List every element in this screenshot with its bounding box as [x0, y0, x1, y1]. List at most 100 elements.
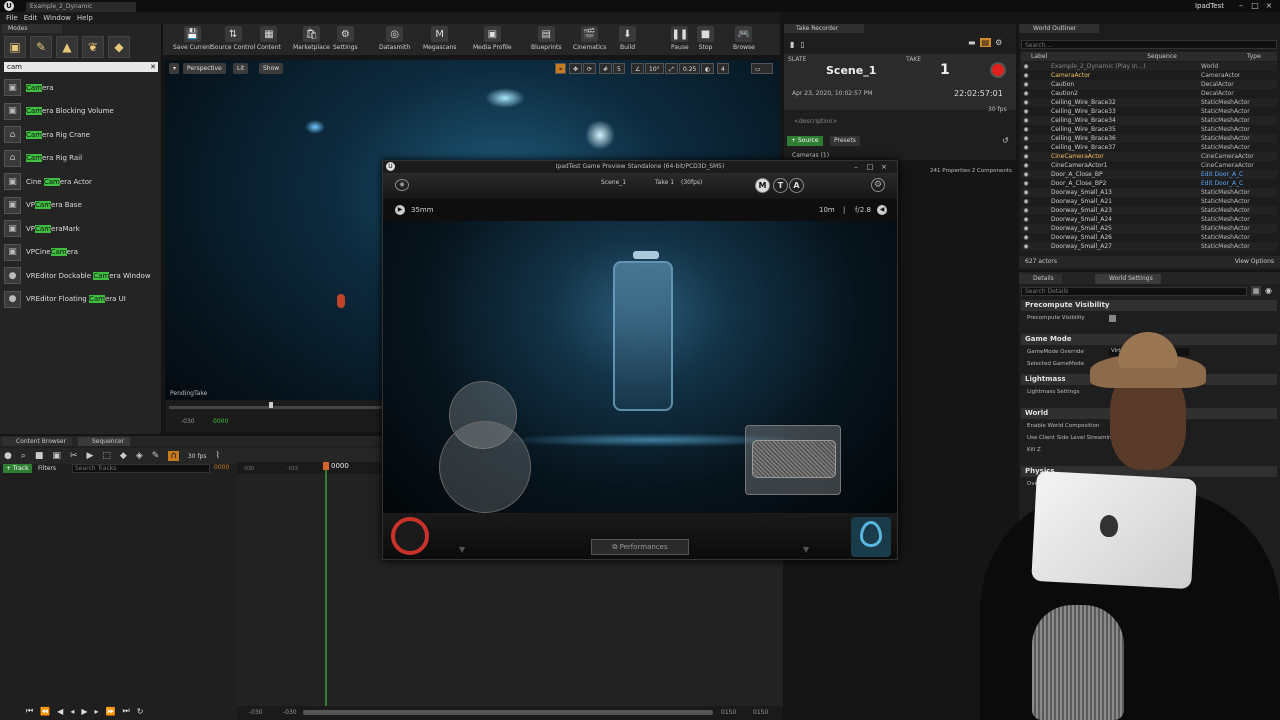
record-view-icon[interactable]: ◉ [395, 179, 409, 191]
mode-item[interactable]: ⌂ Camera Rig Rail [4, 147, 158, 171]
precompute-checkbox[interactable] [1109, 315, 1116, 322]
playhead-handle[interactable] [323, 462, 329, 470]
document-tab[interactable]: Example_2_Dynamic [26, 2, 136, 12]
visibility-eye-icon[interactable]: ◉ [1021, 116, 1031, 125]
mode-item[interactable]: ● VREditor Floating Camera UI [4, 288, 158, 312]
perspective-button[interactable]: Perspective [183, 63, 226, 74]
scale-snap-value[interactable]: 0.25 [679, 63, 701, 74]
waypoint-button[interactable] [851, 517, 891, 557]
settings-gear-icon[interactable]: ⚙ [995, 38, 1002, 47]
grid-view-icon[interactable]: ▦ [1251, 286, 1261, 296]
outliner-search-input[interactable]: Search... [1021, 40, 1277, 49]
scale-snap-icon[interactable]: ⤢ [665, 63, 678, 74]
toolbar-button-stop[interactable]: ■ Stop [697, 26, 714, 51]
outliner-row[interactable]: ◉ Ceiling_Wire_Brace33 StaticMeshActor [1021, 107, 1277, 116]
loop-icon[interactable]: ↻ [137, 707, 144, 716]
visibility-eye-icon[interactable]: ◉ [1021, 98, 1031, 107]
outliner-row[interactable]: ◉ Doorway_Small_A23 StaticMeshActor [1021, 206, 1277, 215]
menu-window[interactable]: Window [43, 14, 71, 22]
world-outliner-tab[interactable]: World Outliner [1019, 24, 1099, 33]
review-icon[interactable]: ▤ [979, 38, 992, 47]
action-pad[interactable] [745, 425, 841, 495]
visibility-eye-icon[interactable]: ◉ [1021, 233, 1031, 242]
visibility-eye-icon[interactable]: ◉ [1021, 152, 1031, 161]
cameras-group[interactable]: Cameras (1) [792, 152, 829, 159]
edit-icon[interactable]: ✎ [152, 451, 160, 461]
tab-content-browser[interactable]: Content Browser [2, 437, 73, 446]
play-icon[interactable]: ▶ [81, 707, 87, 716]
select-mode-icon[interactable]: ⌖ [555, 63, 567, 74]
outliner-row[interactable]: ◉ Door_A_Close_BP2 Edit Door_A_C [1021, 179, 1277, 188]
col-sequence[interactable]: Sequence [1047, 52, 1217, 61]
menu-help[interactable]: Help [77, 14, 93, 22]
outliner-row[interactable]: ◉ Doorway_Small_A21 StaticMeshActor [1021, 197, 1277, 206]
modes-tab[interactable]: Modes [2, 24, 62, 33]
action-pad-surface[interactable] [752, 440, 836, 478]
add-track-button[interactable]: + Track [3, 464, 32, 473]
camera-icon[interactable]: ■ [35, 451, 44, 461]
outliner-row[interactable]: ◉ Doorway_Small_A24 StaticMeshActor [1021, 215, 1277, 224]
left-drawer-icon[interactable]: ▼ [459, 545, 465, 554]
outliner-row[interactable]: ◉ Ceiling_Wire_Brace34 StaticMeshActor [1021, 116, 1277, 125]
visibility-eye-icon[interactable]: ◉ [1021, 161, 1031, 170]
outliner-row[interactable]: ◉ Example_2_Dynamic (Play In...) World [1021, 62, 1277, 71]
take-description[interactable]: <description> [794, 118, 837, 125]
toolbar-button-browse[interactable]: 🎮 Browse [733, 26, 755, 51]
play-options-icon[interactable]: ▶ [86, 451, 93, 461]
toolbar-button-blueprints[interactable]: ▤ Blueprints [531, 26, 562, 51]
outliner-row[interactable]: ◉ Doorway_Small_A27 StaticMeshActor [1021, 242, 1277, 251]
take-value[interactable]: 1 [940, 62, 950, 78]
mode-item[interactable]: ⌂ Camera Rig Crane [4, 123, 158, 147]
toolbar-button-content[interactable]: ▦ Content [257, 26, 281, 51]
view-start[interactable]: -030 [283, 709, 297, 716]
preview-scene[interactable] [383, 221, 897, 521]
geometry-mode-icon[interactable]: ◆ [108, 36, 130, 58]
range-start[interactable]: -030 [249, 709, 263, 716]
paint-mode-icon[interactable]: ✎ [30, 36, 52, 58]
visibility-eye-icon[interactable]: ◉ [1021, 170, 1031, 179]
eye-icon[interactable]: ◉ [1265, 286, 1272, 295]
toolbar-button-save-current[interactable]: 💾 Save Current [173, 26, 212, 51]
layout-icon[interactable]: ▭ [751, 63, 773, 74]
toolbar-button-pause[interactable]: ❚❚ Pause [671, 26, 689, 51]
presets-button[interactable]: Presets [830, 136, 860, 146]
outliner-row[interactable]: ◉ Ceiling_Wire_Brace37 StaticMeshActor [1021, 143, 1277, 152]
toolbar-button-cinematics[interactable]: 🎬 Cinematics [573, 26, 606, 51]
selection-icon[interactable]: ⬚ [102, 451, 111, 461]
performances-button[interactable]: ⧉ Performances [591, 539, 689, 555]
visibility-eye-icon[interactable]: ◉ [1021, 89, 1031, 98]
visibility-eye-icon[interactable]: ◉ [1021, 71, 1031, 80]
settings-gear-icon[interactable]: ⚙ [871, 178, 885, 192]
visibility-eye-icon[interactable]: ◉ [1021, 188, 1031, 197]
range-end[interactable]: 0150 [753, 709, 768, 716]
mode-t-button[interactable]: T [773, 178, 788, 193]
grid-snap-value[interactable]: 5 [613, 63, 625, 74]
camera-speed-icon[interactable]: ◐ [701, 63, 715, 74]
search-icon[interactable]: ⌕ [21, 451, 26, 461]
move-icon[interactable]: ✥ [569, 63, 583, 74]
mode-item[interactable]: ▣ VPCamera Base [4, 194, 158, 218]
details-search-input[interactable]: Search Details [1021, 287, 1247, 296]
preview-minimize-button[interactable]: – [851, 162, 861, 172]
mode-item[interactable]: ● VREditor Dockable Camera Window [4, 264, 158, 288]
preview-close-button[interactable]: × [879, 162, 889, 172]
visibility-eye-icon[interactable]: ◉ [1021, 80, 1031, 89]
toolbar-button-megascans[interactable]: M Megascans [423, 26, 456, 51]
actor-type[interactable]: Edit Door_A_C [1201, 179, 1261, 188]
tab-details[interactable]: Details [1019, 274, 1062, 284]
tab-world-settings[interactable]: World Settings [1095, 274, 1161, 284]
key-icon[interactable]: ◆ [120, 451, 127, 461]
close-button[interactable]: × [1264, 1, 1274, 11]
prev-key-icon[interactable]: ⏪ [40, 707, 50, 716]
tab-sequencer[interactable]: Sequencer [78, 437, 131, 446]
visibility-eye-icon[interactable]: ◉ [1021, 242, 1031, 251]
jump-start-icon[interactable]: ⏮ [26, 706, 33, 716]
visibility-eye-icon[interactable]: ◉ [1021, 179, 1031, 188]
clear-search-icon[interactable]: ✕ [150, 62, 156, 72]
foliage-mode-icon[interactable]: ❦ [82, 36, 104, 58]
grid-snap-icon[interactable]: # [599, 63, 613, 74]
maximize-button[interactable]: □ [1250, 1, 1260, 11]
visibility-eye-icon[interactable]: ◉ [1021, 107, 1031, 116]
outliner-row[interactable]: ◉ Doorway_Small_A13 StaticMeshActor [1021, 188, 1277, 197]
clear-icon[interactable]: ▯ [800, 40, 804, 49]
